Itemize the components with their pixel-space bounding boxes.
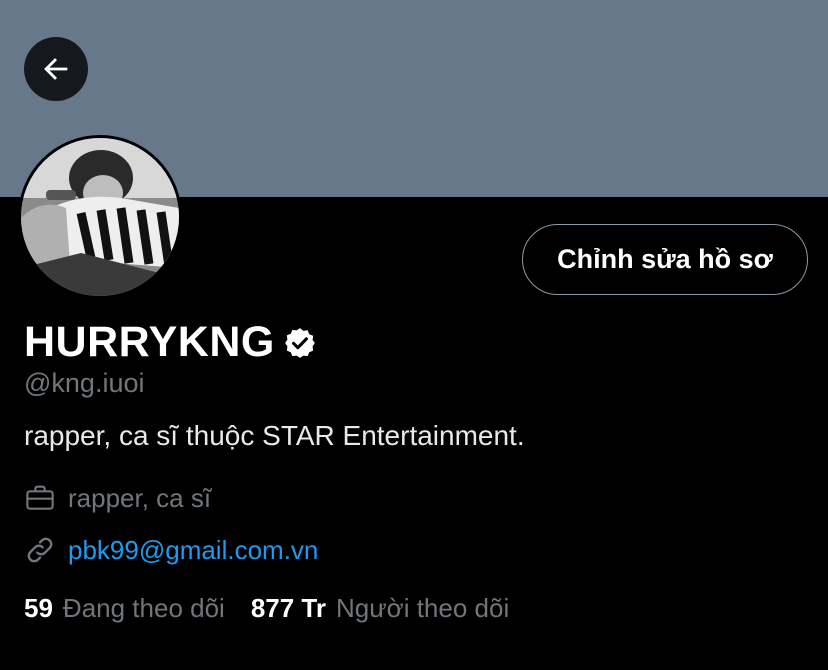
profile-link: pbk99@gmail.com.vn	[24, 534, 318, 566]
followers-stat[interactable]: 877 Tr Người theo dõi	[251, 593, 509, 624]
arrow-left-icon	[44, 58, 68, 80]
following-label: Đang theo dõi	[62, 593, 225, 623]
profile-profession: rapper, ca sĩ	[24, 482, 211, 514]
followers-count: 877 Tr	[250, 593, 326, 623]
followers-label: Người theo dõi	[336, 593, 510, 623]
profile-link-text[interactable]: pbk99@gmail.com.vn	[68, 535, 318, 566]
following-count: 59	[24, 593, 53, 623]
display-name: HURRYKNG	[24, 318, 275, 366]
verified-badge-icon	[284, 327, 315, 358]
avatar[interactable]	[18, 135, 182, 299]
link-icon	[27, 537, 53, 563]
edit-profile-button[interactable]: Chỉnh sửa hồ sơ	[522, 224, 808, 295]
profile-bio: rapper, ca sĩ thuộc STAR Entertainment.	[24, 420, 525, 451]
profile-handle: @kng.iuoi	[24, 368, 145, 398]
avatar-photo	[21, 138, 179, 296]
profile-name-row: HURRYKNG	[24, 318, 317, 367]
following-stat[interactable]: 59 Đang theo dõi	[24, 593, 225, 624]
follow-stats: 59 Đang theo dõi 877 Tr Người theo dõi	[24, 593, 509, 624]
profession-text: rapper, ca sĩ	[68, 482, 212, 513]
briefcase-icon	[26, 485, 54, 510]
back-button[interactable]	[24, 37, 88, 101]
